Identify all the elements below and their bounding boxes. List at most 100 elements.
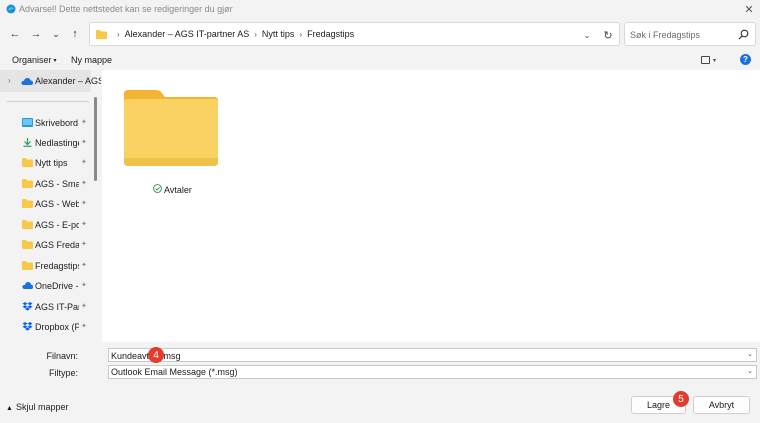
save-button-label: Lagre — [646, 400, 671, 410]
refresh-icon[interactable]: ↻ — [601, 28, 615, 42]
folder-icon — [22, 261, 33, 270]
command-bar: Organiser ▾ Ny mappe ▾ ? — [0, 50, 760, 70]
sidebar-item-folder[interactable]: AGS Fredagst ✦ — [0, 236, 91, 254]
sidebar-item-folder[interactable]: AGS - E-post ✦ — [0, 216, 91, 234]
navigation-bar: ← → ⌄ ↑ › Alexander – AGS IT-partner AS … — [0, 20, 760, 48]
folder-icon — [22, 158, 33, 167]
organize-label: Organiser — [12, 55, 52, 65]
step-badge: 5 — [673, 391, 689, 407]
pin-icon[interactable]: ✦ — [81, 220, 87, 228]
pin-icon[interactable]: ✦ — [81, 118, 87, 126]
pin-icon[interactable]: ✦ — [81, 138, 87, 146]
search-box[interactable] — [624, 22, 756, 46]
chevron-right-icon[interactable]: › — [8, 76, 11, 85]
search-icon[interactable] — [738, 29, 749, 40]
pin-icon[interactable]: ✦ — [81, 199, 87, 207]
sidebar-item-folder[interactable]: Nytt tips ✦ — [0, 154, 91, 172]
dropbox-icon — [22, 322, 33, 331]
sidebar-item-folder[interactable]: AGS - Webina ✦ — [0, 195, 91, 213]
pin-icon[interactable]: ✦ — [81, 261, 87, 269]
caret-down-icon: ▾ — [53, 58, 57, 64]
folder-icon — [22, 240, 33, 249]
hide-folders-label: Skjul mapper — [15, 402, 69, 412]
filename-input[interactable] — [111, 350, 731, 361]
dialog-footer: ▲ Skjul mapper Lagre Avbryt 5 — [0, 381, 760, 423]
edge-browser-icon — [6, 4, 16, 14]
title-bar: Advarsel! Dette nettstedet kan se redige… — [0, 0, 760, 18]
chevron-up-icon: ▲ — [6, 405, 13, 412]
dropbox-icon — [22, 302, 33, 311]
pin-icon[interactable]: ✦ — [81, 322, 87, 330]
sidebar-item-dropbox[interactable]: Dropbox (Priv ✦ — [0, 318, 91, 336]
sidebar-item-onedrive-home[interactable]: › Alexander – AGS — [0, 70, 101, 92]
back-arrow-icon[interactable]: ← — [8, 27, 22, 41]
sidebar-item-label: Nytt tips — [35, 158, 68, 168]
folder-icon — [124, 90, 218, 166]
breadcrumb-item[interactable]: Alexander – AGS IT-partner AS — [125, 29, 250, 39]
pin-icon[interactable]: ✦ — [81, 158, 87, 166]
filetype-label: Filtype: — [48, 368, 78, 378]
sidebar-item-onedrive[interactable]: OneDrive - A ✦ — [0, 277, 91, 295]
file-list: Avtaler — [102, 70, 760, 342]
new-folder-button[interactable]: Ny mappe — [71, 55, 112, 65]
sidebar-item-label: AGS Fredagst — [35, 240, 79, 250]
sidebar-scrollbar[interactable] — [91, 70, 101, 342]
breadcrumb-separator: › — [299, 29, 303, 39]
filetype-select[interactable]: Outlook Email Message (*.msg) ⌄ — [108, 365, 757, 379]
sidebar-item-label: AGS - Webina — [35, 199, 79, 209]
breadcrumb-separator: › — [254, 29, 257, 39]
window-title: Advarsel! Dette nettstedet kan se redige… — [19, 4, 233, 14]
folder-icon — [22, 220, 33, 229]
cancel-button-label: Avbryt — [708, 400, 735, 410]
breadcrumb-item[interactable]: Nytt tips — [262, 29, 295, 39]
sidebar-item-folder[interactable]: Fredagstipset ✦ — [0, 257, 91, 275]
folder-icon — [22, 179, 33, 188]
up-arrow-icon[interactable]: ↑ — [68, 27, 82, 41]
sidebar-item-label: AGS IT-Partne — [35, 302, 79, 312]
view-options-button[interactable]: ▾ — [701, 54, 723, 66]
save-form: Filnavn: ⌄ 4 Filtype: Outlook Email Mess… — [0, 342, 760, 381]
sidebar-item-label: Nedlastinger — [35, 138, 79, 148]
sidebar-item-label: Dropbox (Priv — [35, 322, 79, 332]
chevron-down-icon[interactable]: ⌄ — [747, 350, 753, 358]
sidebar-item-label: Fredagstipset — [35, 261, 79, 271]
chevron-down-icon[interactable]: ⌄ — [581, 29, 593, 41]
onedrive-icon — [22, 282, 33, 289]
sidebar-item-label: AGS - E-post — [35, 220, 79, 230]
address-bar[interactable]: › Alexander – AGS IT-partner AS › Nytt t… — [89, 22, 620, 46]
pin-icon[interactable]: ✦ — [81, 281, 87, 289]
folder-icon — [96, 30, 107, 39]
pin-icon[interactable]: ✦ — [81, 302, 87, 310]
folder-icon — [22, 199, 33, 208]
search-input[interactable] — [630, 28, 735, 41]
pin-icon[interactable]: ✦ — [81, 240, 87, 248]
caret-down-icon: ▾ — [713, 57, 717, 64]
sidebar-item-label: OneDrive - A — [35, 281, 79, 291]
organize-button[interactable]: Organiser ▾ — [12, 55, 57, 65]
close-icon[interactable]: ✕ — [740, 1, 758, 17]
scrollbar-thumb[interactable] — [94, 97, 97, 181]
sidebar-item-dropbox[interactable]: AGS IT-Partne ✦ — [0, 298, 91, 316]
filename-label: Filnavn: — [46, 351, 78, 361]
download-icon — [23, 138, 32, 147]
filename-field[interactable]: ⌄ — [108, 348, 757, 362]
folder-name: Avtaler — [164, 185, 192, 195]
recent-locations-icon[interactable]: ⌄ — [49, 27, 63, 41]
pin-icon[interactable]: ✦ — [81, 179, 87, 187]
help-icon[interactable]: ? — [740, 54, 751, 65]
navigation-pane: › Alexander – AGS Skrivebord ✦ Nedlastin… — [0, 70, 101, 342]
view-icon — [701, 56, 710, 64]
forward-arrow-icon[interactable]: → — [29, 27, 43, 41]
onedrive-icon — [21, 78, 33, 85]
divider — [7, 101, 89, 102]
sidebar-item-desktop[interactable]: Skrivebord ✦ — [0, 114, 91, 132]
breadcrumb-item[interactable]: Fredagstips — [307, 29, 354, 39]
folder-item[interactable]: Avtaler — [120, 88, 220, 203]
hide-folders-button[interactable]: ▲ Skjul mapper — [6, 402, 68, 412]
step-badge: 4 — [148, 347, 164, 363]
sidebar-item-folder[interactable]: AGS - Smart ✦ — [0, 175, 91, 193]
chevron-down-icon[interactable]: ⌄ — [747, 367, 753, 375]
breadcrumb: › Alexander – AGS IT-partner AS › Nytt t… — [112, 29, 354, 39]
cancel-button[interactable]: Avbryt — [693, 396, 750, 414]
sidebar-item-downloads[interactable]: Nedlastinger ✦ — [0, 134, 91, 152]
